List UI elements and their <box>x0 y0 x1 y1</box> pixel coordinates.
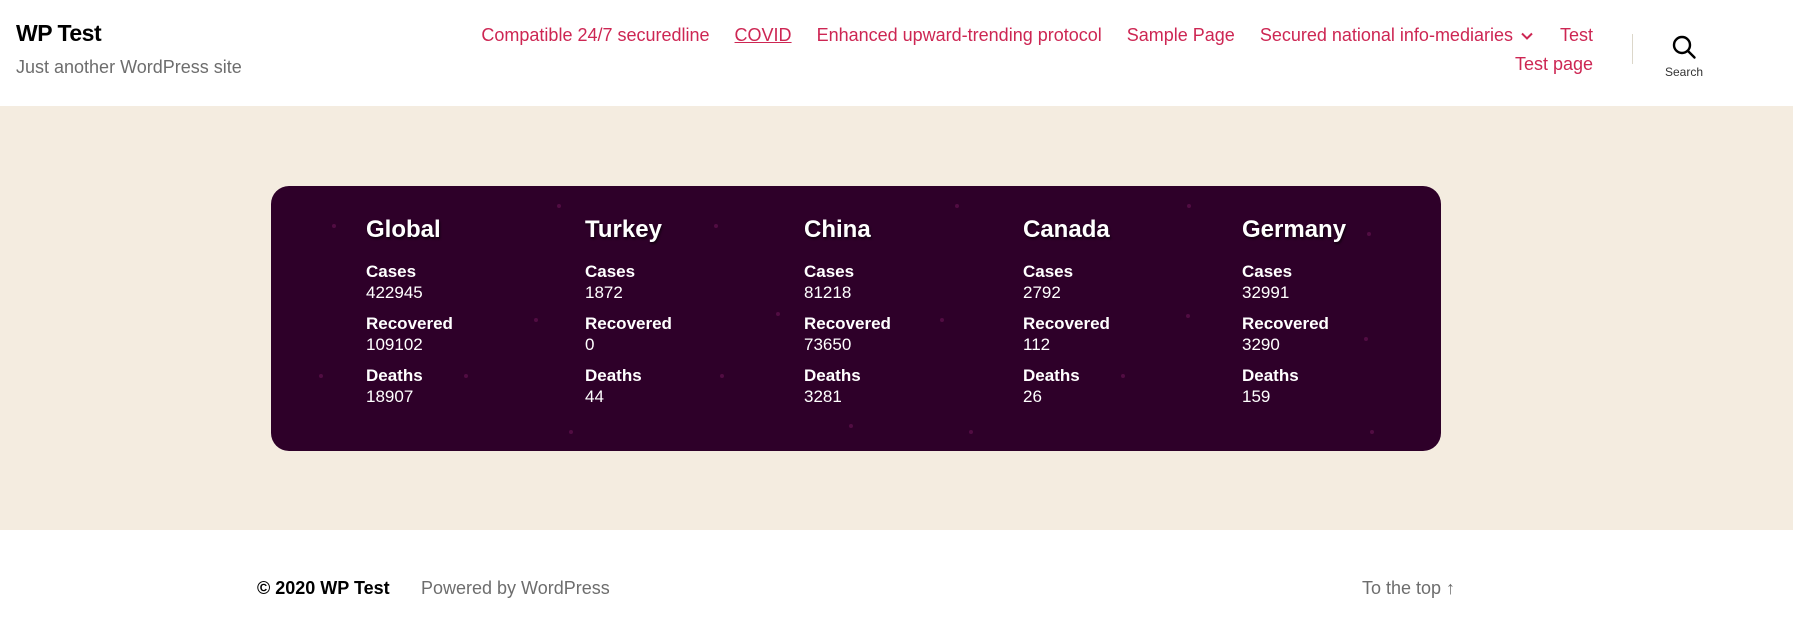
powered-by-link[interactable]: Powered by WordPress <box>421 578 610 599</box>
cases-label: Cases <box>366 262 417 281</box>
footer-copyright[interactable]: © 2020 WP Test <box>257 578 390 599</box>
region-column-global: Global Cases 422945 Recovered 109102 Dea… <box>366 216 585 418</box>
chevron-down-icon[interactable] <box>1519 28 1535 44</box>
main-content: Global Cases 422945 Recovered 109102 Dea… <box>0 106 1793 530</box>
recovered-value: 0 <box>585 335 595 354</box>
deaths-label: Deaths <box>585 366 642 385</box>
search-icon <box>1672 35 1696 59</box>
site-header: WP Test Just another WordPress site Comp… <box>0 0 1793 106</box>
cases-value: 2792 <box>1023 283 1061 302</box>
deaths-label: Deaths <box>366 366 423 385</box>
region-name: Germany <box>1242 216 1363 246</box>
region-column-turkey: Turkey Cases 1872 Recovered 0 Deaths 44 <box>585 216 804 418</box>
cases-value: 32991 <box>1242 283 1290 302</box>
cases-label: Cases <box>804 262 855 281</box>
deaths-value: 26 <box>1023 387 1042 406</box>
menu-item-test-page[interactable]: Test page <box>1515 54 1593 74</box>
menu-item-secured-label: Secured national info-mediaries <box>1259 25 1513 45</box>
site-title[interactable]: WP Test <box>16 20 102 47</box>
recovered-value: 112 <box>1023 335 1051 354</box>
region-column-china: China Cases 81218 Recovered 73650 Deaths… <box>804 216 1023 418</box>
covid-stats-card: Global Cases 422945 Recovered 109102 Dea… <box>271 186 1441 451</box>
cases-label: Cases <box>1242 262 1293 281</box>
recovered-label: Recovered <box>585 314 672 333</box>
menu-item-covid[interactable]: COVID <box>735 25 792 46</box>
deaths-value: 159 <box>1242 387 1271 406</box>
site-footer: © 2020 WP Test Powered by WordPress To t… <box>0 530 1793 642</box>
cases-value: 81218 <box>804 283 852 302</box>
deaths-label: Deaths <box>804 366 861 385</box>
primary-menu-row2: Test page <box>1515 54 1593 75</box>
recovered-value: 109102 <box>366 335 423 354</box>
search-label: Search <box>1664 65 1704 79</box>
menu-item-secured[interactable]: Secured national info-mediaries <box>1260 25 1535 46</box>
cases-value: 422945 <box>366 283 423 302</box>
site-description: Just another WordPress site <box>16 57 242 77</box>
cases-label: Cases <box>1023 262 1074 281</box>
menu-item-sample-page[interactable]: Sample Page <box>1127 25 1235 46</box>
cases-value: 1872 <box>585 283 623 302</box>
cases-label: Cases <box>585 262 636 281</box>
to-the-top-link[interactable]: To the top ↑ <box>1362 578 1455 599</box>
menu-item-enhanced[interactable]: Enhanced upward-trending protocol <box>817 25 1102 46</box>
stats-columns: Global Cases 422945 Recovered 109102 Dea… <box>366 216 1441 418</box>
deaths-label: Deaths <box>1023 366 1080 385</box>
deaths-label: Deaths <box>1242 366 1299 385</box>
deaths-value: 44 <box>585 387 604 406</box>
search-toggle-button[interactable]: Search <box>1650 34 1718 86</box>
region-column-germany: Germany Cases 32991 Recovered 3290 Death… <box>1242 216 1441 418</box>
region-name: Turkey <box>585 216 678 246</box>
recovered-value: 73650 <box>804 335 852 354</box>
recovered-value: 3290 <box>1242 335 1280 354</box>
region-name: China <box>804 216 887 246</box>
menu-item-test[interactable]: Test <box>1560 25 1593 46</box>
menu-item-compatible[interactable]: Compatible 24/7 securedline <box>481 25 709 46</box>
region-column-canada: Canada Cases 2792 Recovered 112 Deaths 2… <box>1023 216 1242 418</box>
region-name: Global <box>366 216 457 246</box>
primary-menu: Compatible 24/7 securedline COVID Enhanc… <box>481 25 1593 46</box>
deaths-value: 3281 <box>804 387 842 406</box>
recovered-label: Recovered <box>1242 314 1329 333</box>
recovered-label: Recovered <box>804 314 891 333</box>
deaths-value: 18907 <box>366 387 414 406</box>
header-divider <box>1632 34 1633 64</box>
recovered-label: Recovered <box>366 314 453 333</box>
region-name: Canada <box>1023 216 1126 246</box>
recovered-label: Recovered <box>1023 314 1110 333</box>
